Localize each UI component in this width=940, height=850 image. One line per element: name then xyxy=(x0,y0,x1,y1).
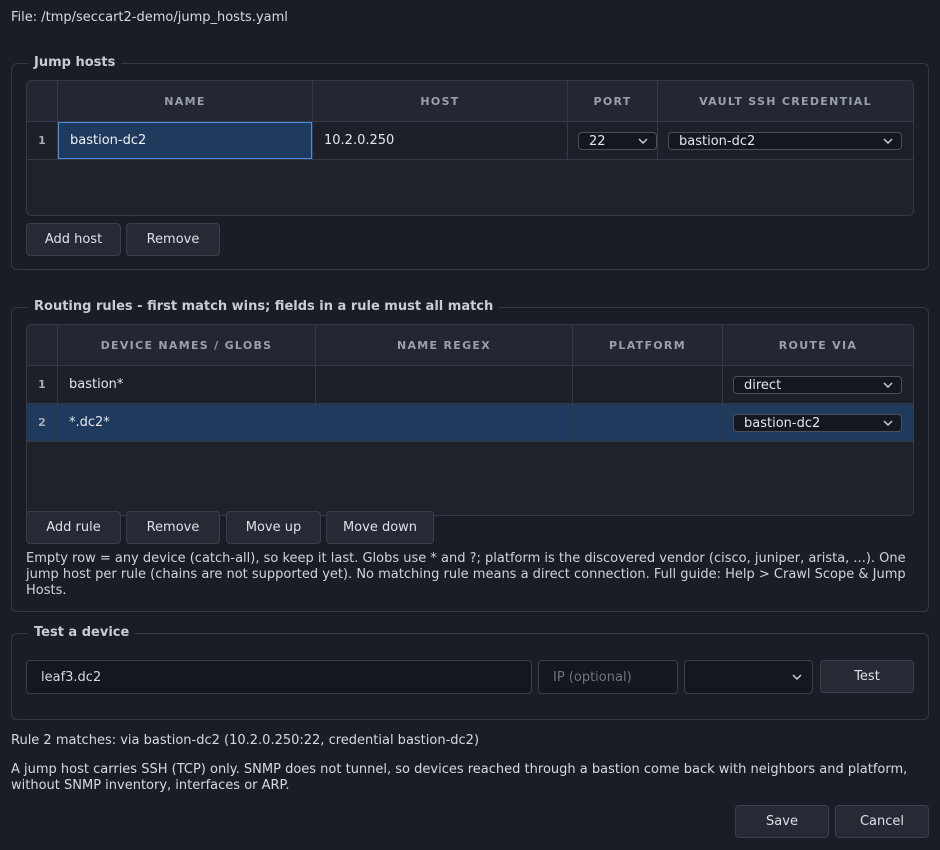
remove-rule-button[interactable]: Remove xyxy=(126,511,220,544)
row-number-header xyxy=(27,325,58,365)
routing-rules-table: DEVICE NAMES / GLOBS NAME REGEX PLATFORM… xyxy=(26,324,914,516)
platform-cell[interactable] xyxy=(573,366,723,403)
credential-value: bastion-dc2 xyxy=(679,133,756,149)
credential-cell[interactable]: bastion-dc2 xyxy=(658,122,913,159)
test-device-title: Test a device xyxy=(28,625,136,640)
column-globs-header[interactable]: DEVICE NAMES / GLOBS xyxy=(58,325,316,365)
host-cell[interactable]: 10.2.0.250 xyxy=(313,122,568,159)
test-result-text: Rule 2 matches: via bastion-dc2 (10.2.0.… xyxy=(11,733,480,748)
column-route-header[interactable]: ROUTE VIA xyxy=(723,325,913,365)
move-up-button[interactable]: Move up xyxy=(226,511,321,544)
chevron-down-icon xyxy=(883,133,893,149)
routing-rules-group: Routing rules - first match wins; fields… xyxy=(11,299,929,612)
chevron-down-icon xyxy=(638,133,648,149)
regex-cell[interactable] xyxy=(316,404,573,441)
jump-hosts-table: NAME HOST PORT VAULT SSH CREDENTIAL 1 ba… xyxy=(26,80,914,216)
column-regex-header[interactable]: NAME REGEX xyxy=(316,325,573,365)
route-combo[interactable]: direct xyxy=(733,376,902,394)
route-combo[interactable]: bastion-dc2 xyxy=(733,414,902,432)
ip-input[interactable]: IP (optional) xyxy=(538,660,678,694)
column-credential-header[interactable]: VAULT SSH CREDENTIAL xyxy=(658,81,913,121)
jump-hosts-header: NAME HOST PORT VAULT SSH CREDENTIAL xyxy=(27,81,913,122)
move-down-button[interactable]: Move down xyxy=(326,511,434,544)
file-label: File: /tmp/seccart2-demo/jump_hosts.yaml xyxy=(11,10,288,25)
port-value: 22 xyxy=(589,133,606,149)
add-rule-button[interactable]: Add rule xyxy=(26,511,121,544)
column-port-header[interactable]: PORT xyxy=(568,81,658,121)
column-name-header[interactable]: NAME xyxy=(58,81,313,121)
table-row[interactable]: 1 bastion-dc2 10.2.0.250 22 bastion-dc2 xyxy=(27,122,913,160)
save-button[interactable]: Save xyxy=(735,805,829,838)
row-number: 1 xyxy=(27,122,58,159)
route-value: bastion-dc2 xyxy=(744,415,821,431)
chevron-down-icon xyxy=(883,415,893,431)
chevron-down-icon xyxy=(792,674,802,680)
route-cell[interactable]: direct xyxy=(723,366,913,403)
jump-hosts-title: Jump hosts xyxy=(28,55,122,70)
row-number-header xyxy=(27,81,58,121)
table-row[interactable]: 1 bastion* direct xyxy=(27,366,913,404)
credential-combo[interactable]: bastion-dc2 xyxy=(668,132,902,150)
row-number: 2 xyxy=(27,404,58,441)
chevron-down-icon xyxy=(883,377,893,393)
add-host-button[interactable]: Add host xyxy=(26,223,121,256)
test-device-group: Test a device leaf3.dc2 IP (optional) Te… xyxy=(11,625,929,720)
port-combo[interactable]: 22 xyxy=(578,132,657,150)
platform-select[interactable] xyxy=(684,660,813,694)
routing-rules-title: Routing rules - first match wins; fields… xyxy=(28,299,500,314)
device-name-input[interactable]: leaf3.dc2 xyxy=(26,660,532,694)
cancel-button[interactable]: Cancel xyxy=(835,805,929,838)
routing-help-text: Empty row = any device (catch-all), so k… xyxy=(26,551,906,598)
platform-cell[interactable] xyxy=(573,404,723,441)
route-cell[interactable]: bastion-dc2 xyxy=(723,404,913,441)
ssh-note-text: A jump host carries SSH (TCP) only. SNMP… xyxy=(11,762,908,793)
port-cell[interactable]: 22 xyxy=(568,122,658,159)
name-edit-field[interactable]: bastion-dc2 xyxy=(58,122,312,159)
route-value: direct xyxy=(744,377,782,393)
regex-cell[interactable] xyxy=(316,366,573,403)
name-cell[interactable]: bastion-dc2 xyxy=(58,122,313,159)
routing-rules-header: DEVICE NAMES / GLOBS NAME REGEX PLATFORM… xyxy=(27,325,913,366)
test-button[interactable]: Test xyxy=(820,660,914,693)
column-host-header[interactable]: HOST xyxy=(313,81,568,121)
row-number: 1 xyxy=(27,366,58,403)
globs-cell[interactable]: bastion* xyxy=(58,366,316,403)
remove-host-button[interactable]: Remove xyxy=(126,223,220,256)
table-row[interactable]: 2 *.dc2* bastion-dc2 xyxy=(27,404,913,442)
column-platform-header[interactable]: PLATFORM xyxy=(573,325,723,365)
jump-hosts-group: Jump hosts NAME HOST PORT VAULT SSH CRED… xyxy=(11,55,929,270)
globs-cell[interactable]: *.dc2* xyxy=(58,404,316,441)
